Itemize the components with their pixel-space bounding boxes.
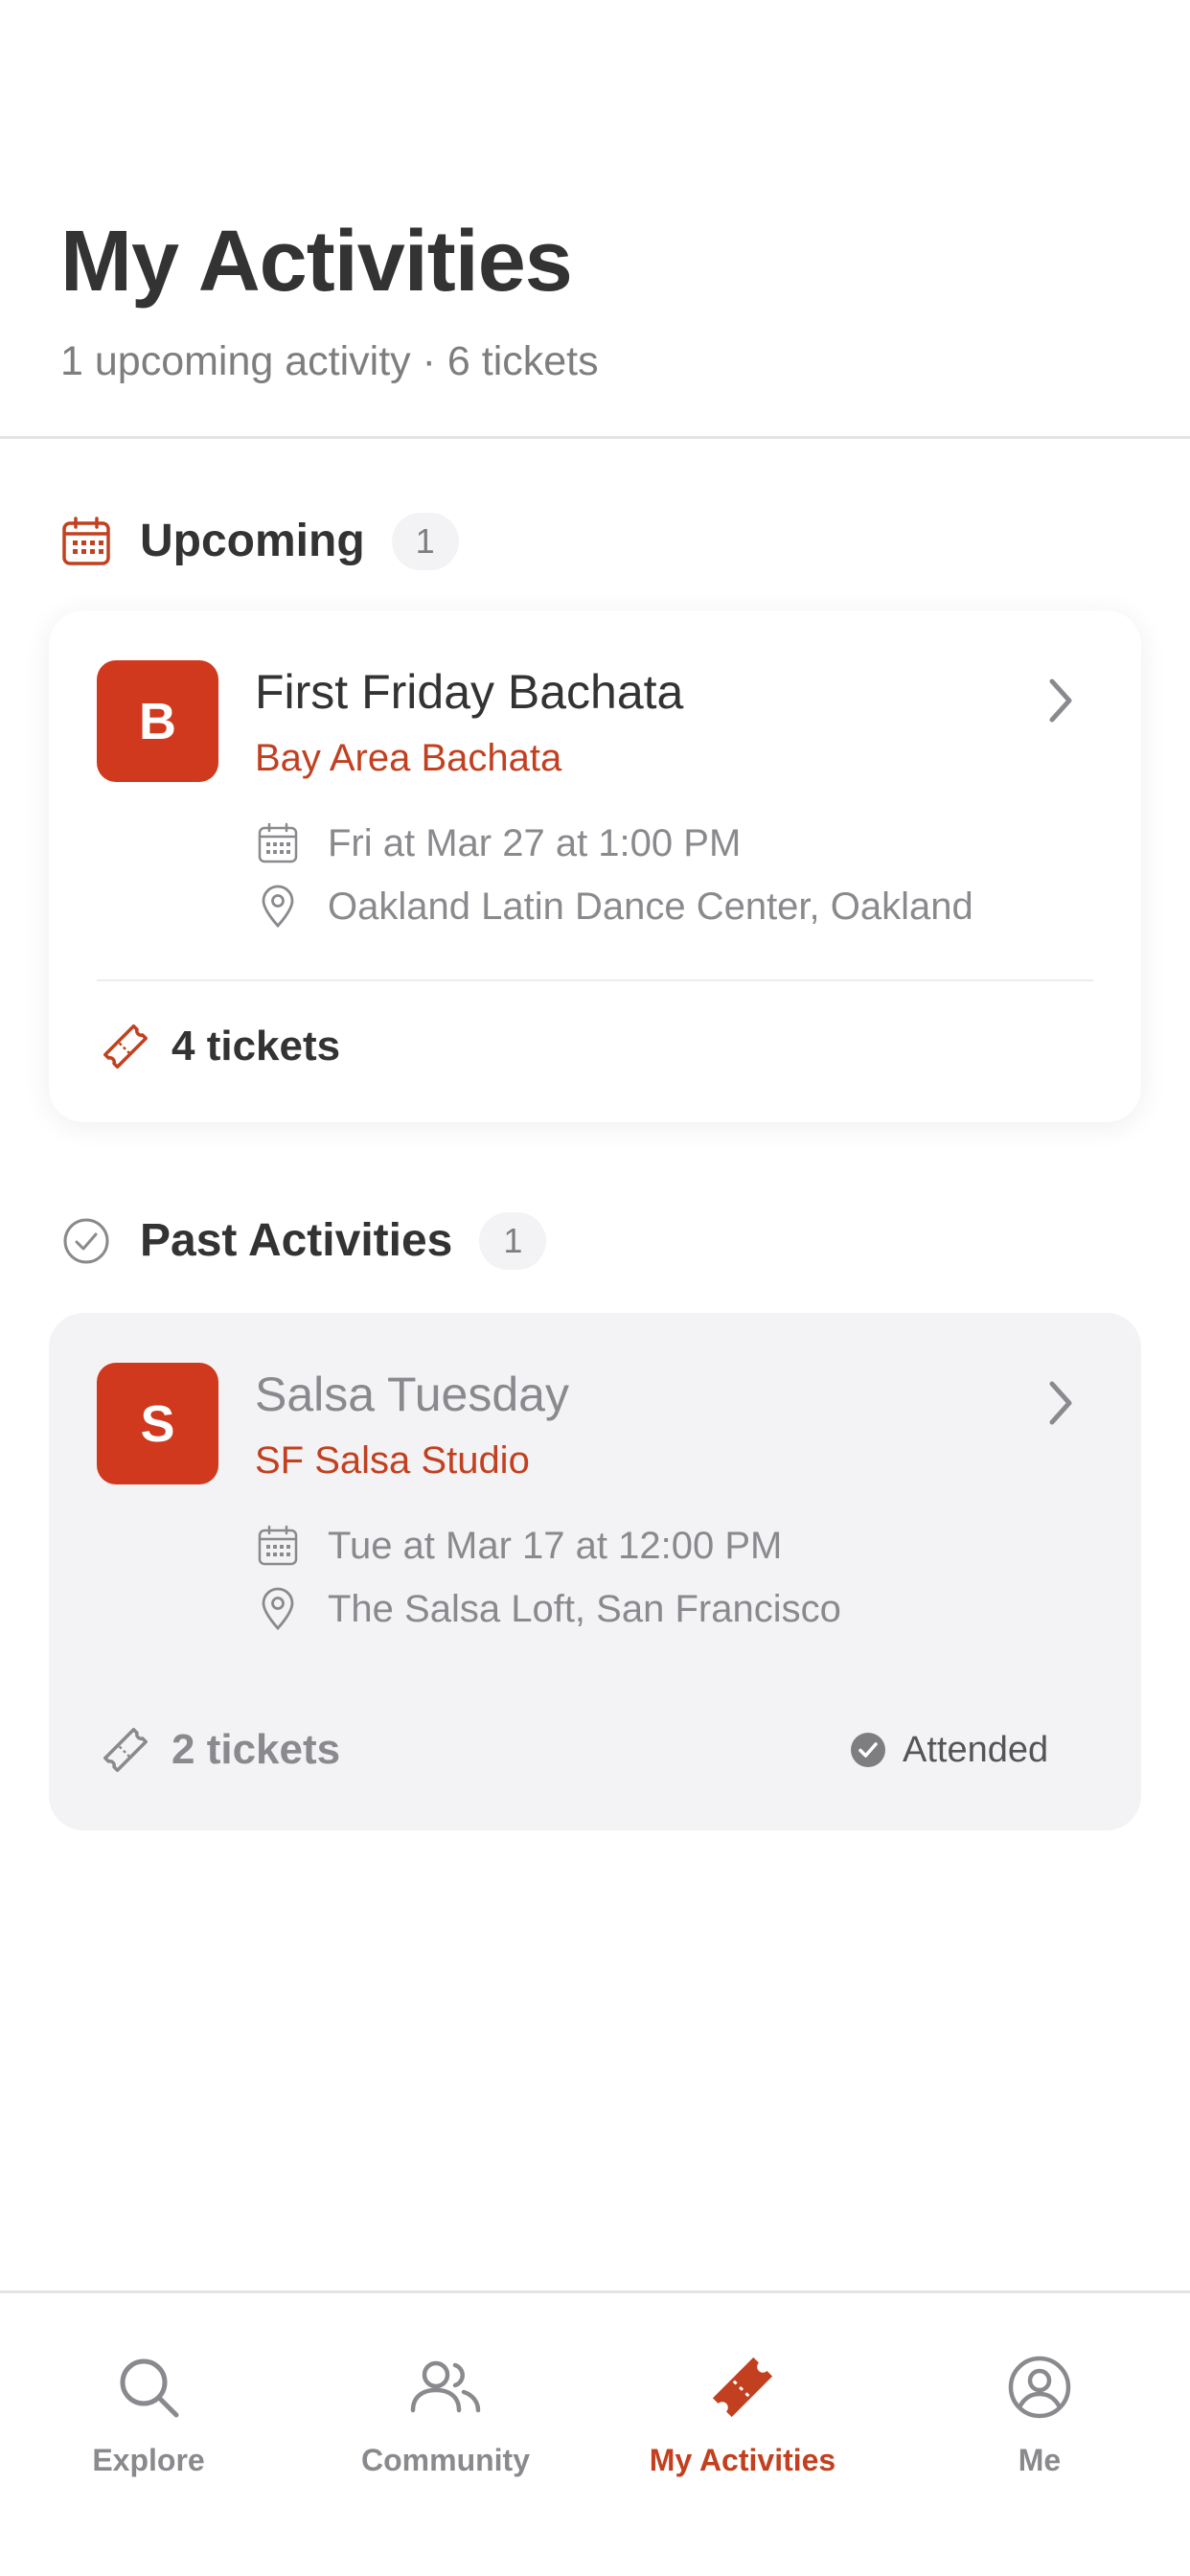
event-location: The Salsa Loft, San Francisco	[328, 1587, 841, 1630]
event-date-row: Tue at Mar 17 at 12:00 PM	[255, 1521, 782, 1571]
upcoming-event-card[interactable]: B First Friday Bachata Bay Area Bachata …	[49, 610, 1141, 1122]
ticket-count-label: 4 tickets	[172, 1023, 341, 1070]
event-date: Fri at Mar 27 at 1:00 PM	[328, 821, 742, 864]
location-pin-icon	[255, 884, 301, 930]
attended-status-label: Attended	[903, 1729, 1049, 1770]
event-title: First Friday Bachata	[255, 665, 684, 719]
ticket-count-label: 2 tickets	[172, 1726, 341, 1773]
past-section-header: Past Activities 1	[60, 1208, 547, 1275]
ticket-icon	[97, 1018, 154, 1075]
upcoming-section-title: Upcoming	[140, 516, 365, 566]
upcoming-count-badge: 1	[391, 513, 459, 570]
card-divider	[97, 979, 1093, 981]
tab-explore-label: Explore	[92, 2443, 205, 2477]
past-section-title: Past Activities	[140, 1215, 453, 1266]
tab-explore[interactable]: Explore	[0, 2293, 297, 2576]
page-title: My Activities	[60, 214, 573, 310]
tab-me[interactable]: Me	[891, 2293, 1188, 2576]
calendar-icon	[60, 516, 112, 567]
event-date-row: Fri at Mar 27 at 1:00 PM	[255, 818, 741, 868]
event-avatar: S	[97, 1363, 218, 1484]
tab-me-label: Me	[1018, 2443, 1062, 2477]
tab-community-label: Community	[361, 2443, 530, 2477]
event-location: Oakland Latin Dance Center, Oakland	[328, 885, 973, 928]
location-pin-icon	[255, 1586, 301, 1632]
ticket-count[interactable]: 2 tickets	[97, 1719, 340, 1781]
page-subtitle: 1 upcoming activity · 6 tickets	[60, 338, 599, 384]
ticket-icon	[706, 2351, 779, 2424]
chevron-right-icon[interactable]	[1041, 672, 1083, 729]
event-date: Tue at Mar 17 at 12:00 PM	[328, 1524, 783, 1567]
bottom-tab-bar: Explore Community My Activities Me	[0, 2290, 1190, 2576]
upcoming-section-header: Upcoming 1	[60, 508, 459, 575]
ticket-count[interactable]: 4 tickets	[97, 1016, 340, 1077]
ticket-icon	[97, 1721, 154, 1779]
event-location-row: The Salsa Loft, San Francisco	[255, 1584, 841, 1634]
search-icon	[112, 2351, 185, 2424]
past-count-badge: 1	[479, 1212, 547, 1270]
event-organizer[interactable]: SF Salsa Studio	[255, 1441, 530, 1480]
tab-my-activities-label: My Activities	[649, 2443, 836, 2477]
tab-community[interactable]: Community	[297, 2293, 594, 2576]
calendar-icon	[255, 1523, 301, 1569]
past-event-card[interactable]: S Salsa Tuesday SF Salsa Studio Tue at M…	[49, 1313, 1141, 1830]
check-circle-filled-icon	[850, 1732, 886, 1768]
attended-status-badge: Attended	[823, 1715, 1076, 1784]
page-header: My Activities 1 upcoming activity · 6 ti…	[0, 0, 1190, 439]
event-organizer[interactable]: Bay Area Bachata	[255, 739, 561, 777]
check-circle-icon	[60, 1215, 112, 1267]
event-location-row: Oakland Latin Dance Center, Oakland	[255, 882, 973, 932]
event-avatar: B	[97, 660, 218, 782]
event-title: Salsa Tuesday	[255, 1368, 569, 1421]
people-icon	[409, 2351, 482, 2424]
tab-my-activities[interactable]: My Activities	[594, 2293, 891, 2576]
profile-icon	[1003, 2351, 1076, 2424]
chevron-right-icon[interactable]	[1041, 1374, 1083, 1432]
calendar-icon	[255, 820, 301, 866]
